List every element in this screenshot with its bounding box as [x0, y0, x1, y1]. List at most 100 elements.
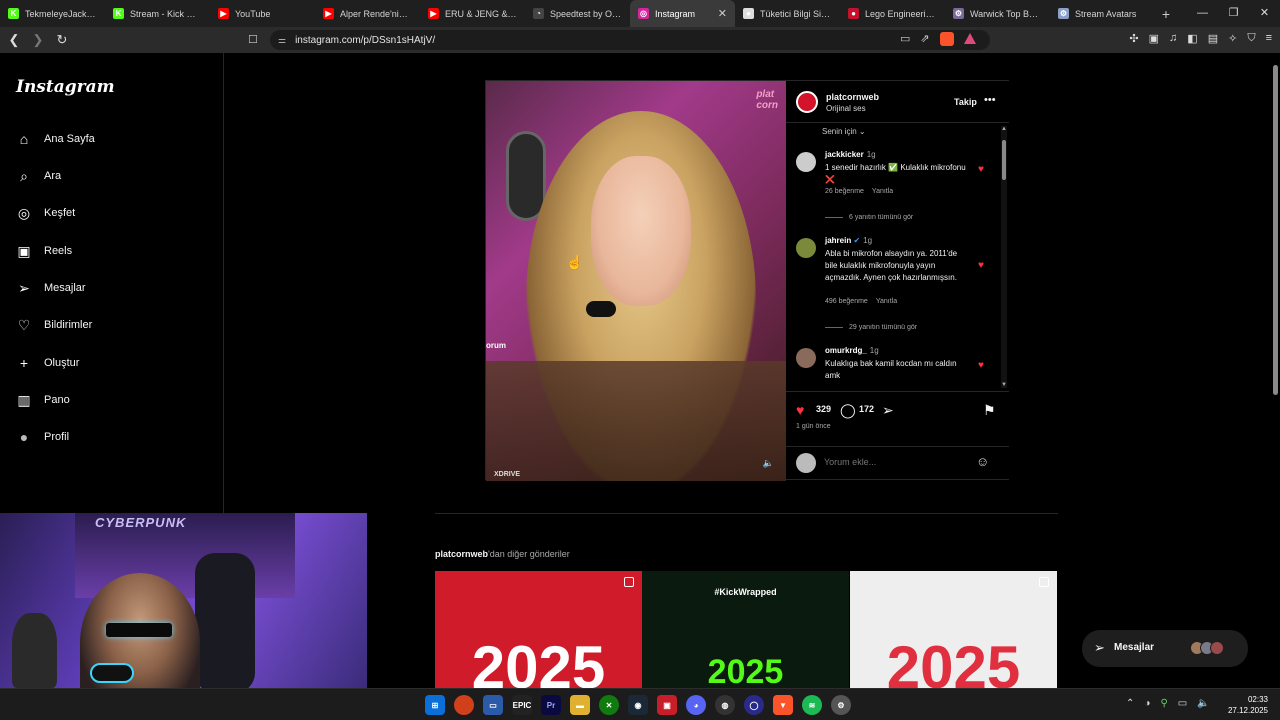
comments-scrollbar[interactable]: ▲ ▼	[1001, 126, 1007, 388]
instagram-logo[interactable]: Instagram	[16, 77, 115, 97]
comment-username[interactable]: jackkicker	[825, 150, 864, 159]
follow-button[interactable]: Takip	[954, 97, 977, 107]
comment-like-count[interactable]: 26 beğenme	[825, 188, 864, 195]
sidebar-item-send[interactable]: ➢ Mesajlar	[16, 280, 85, 296]
sidebar-item-compass[interactable]: ◎ Keşfet	[16, 205, 75, 221]
microphone-icon[interactable]: ⚲	[1160, 698, 1167, 709]
browser-tab[interactable]: ● Lego Engineering: B	[840, 0, 945, 27]
sidebar-item-search[interactable]: ⌕ Ara	[16, 168, 61, 184]
save-bookmark-icon[interactable]: ⚑	[983, 402, 996, 419]
display-icon[interactable]: ▭	[1178, 698, 1187, 709]
more-post-thumbnail[interactable]: 2025	[435, 571, 642, 688]
tray-app-icon[interactable]: ◑	[1144, 698, 1150, 709]
file-explorer-icon[interactable]: ▬	[570, 695, 590, 715]
browser-tab[interactable]: ⚙ Warwick Top Build U	[945, 0, 1050, 27]
comment-sort-dropdown[interactable]: Senin için ⌄	[822, 127, 866, 136]
menu-icon[interactable]: ≡	[1266, 32, 1272, 45]
browser-tab[interactable]: ◔ Speedtest by Ookla	[525, 0, 630, 27]
comment-username[interactable]: jahrein	[825, 236, 851, 245]
scroll-down-icon[interactable]: ▼	[1001, 382, 1007, 388]
reload-icon[interactable]: ↻	[52, 32, 72, 48]
tray-overflow-icon[interactable]: ⌃	[1126, 698, 1134, 709]
browser-tab[interactable]: ▶ Alper Rende'nin Am	[315, 0, 420, 27]
extensions-icon[interactable]: ✣	[1129, 32, 1138, 45]
back-icon[interactable]: ❮	[4, 32, 24, 48]
steam-icon[interactable]: ◉	[628, 695, 648, 715]
forward-icon[interactable]: ❯	[28, 32, 48, 48]
premiere-icon[interactable]: Pr	[541, 695, 561, 715]
comment-avatar[interactable]	[796, 348, 816, 368]
more-post-thumbnail[interactable]: 2025	[850, 571, 1057, 688]
author-avatar[interactable]	[796, 91, 818, 113]
sidebar-item-plus[interactable]: + Oluştur	[16, 355, 80, 371]
more-options-icon[interactable]: •••	[984, 94, 996, 106]
comment-like-heart-icon[interactable]: ♥	[978, 164, 984, 175]
brave-shield-icon[interactable]	[939, 32, 954, 46]
site-settings-icon[interactable]: ⚌	[278, 35, 286, 46]
speaker-icon[interactable]: 🔈	[1197, 698, 1209, 709]
more-post-thumbnail[interactable]: #KickWrapped 2025	[642, 571, 849, 688]
new-tab-icon[interactable]: +	[1155, 6, 1177, 22]
like-count[interactable]: 329	[816, 404, 831, 414]
like-heart-icon[interactable]: ♥	[796, 402, 804, 418]
cast-icon[interactable]: ▭	[900, 32, 910, 46]
spotify-icon[interactable]: ≋	[802, 695, 822, 715]
sidebar-item-heart[interactable]: ♡ Bildirimler	[16, 317, 93, 333]
close-tab-icon[interactable]: ✕	[718, 7, 727, 20]
page-scrollbar[interactable]	[1270, 53, 1280, 688]
comment-username[interactable]: omurkrdg_	[825, 346, 867, 355]
brave-icon[interactable]: ▼	[773, 695, 793, 715]
vpn-icon[interactable]: ⛉	[1247, 32, 1255, 45]
browser-tab[interactable]: ● Tüketici Bilgi Sistem	[735, 0, 840, 27]
comment-like-heart-icon[interactable]: ♥	[978, 360, 984, 371]
discord-icon[interactable]: ◕	[686, 695, 706, 715]
xbox-icon[interactable]: ✕	[599, 695, 619, 715]
more-posts-user[interactable]: platcornweb	[435, 549, 488, 559]
share-icon[interactable]: ⇗	[920, 32, 929, 46]
screenshot-icon[interactable]: ▣	[1149, 32, 1159, 45]
post-video[interactable]: plat corn orum XDRIVE 🔈	[486, 81, 786, 481]
comments-scroll-thumb[interactable]	[1002, 140, 1006, 180]
reply-button[interactable]: Yanıtla	[872, 188, 893, 195]
sidebar-item-profile-avatar[interactable]: ● Profil	[16, 429, 69, 445]
restore-icon[interactable]: ❐	[1218, 0, 1249, 27]
obs-icon[interactable]: ◍	[715, 695, 735, 715]
comment-like-heart-icon[interactable]: ♥	[978, 260, 984, 271]
wallet-icon[interactable]: ▤	[1208, 32, 1218, 45]
settings-icon[interactable]: ⚙	[831, 695, 851, 715]
app-icon[interactable]	[454, 695, 474, 715]
browser-tab[interactable]: K Stream - Kick Dashb	[105, 0, 210, 27]
browser-tab[interactable]: ▶ ERU & JENG & KOK	[420, 0, 525, 27]
volume-icon[interactable]: 🔈	[763, 458, 774, 469]
browser-tab[interactable]: ⚙ Stream Avatars	[1050, 0, 1155, 27]
scroll-up-icon[interactable]: ▲	[1001, 126, 1007, 132]
app-icon[interactable]: ◯	[744, 695, 764, 715]
author-username[interactable]: platcornweb	[826, 92, 879, 102]
minimize-icon[interactable]: —	[1187, 0, 1218, 27]
view-replies-button[interactable]: 6 yanıtın tümünü gör	[825, 214, 913, 221]
app-icon[interactable]: ▣	[657, 695, 677, 715]
browser-tab[interactable]: K TekmeleyeJack Strea	[0, 0, 105, 27]
close-window-icon[interactable]: ✕	[1249, 0, 1280, 27]
leo-ai-icon[interactable]: ✧	[1228, 32, 1237, 45]
comment-avatar[interactable]	[796, 152, 816, 172]
start-windows-icon[interactable]: ⊞	[425, 695, 445, 715]
audio-label[interactable]: Orijinal ses	[826, 104, 866, 113]
emoji-picker-icon[interactable]: ☺	[976, 454, 989, 469]
page-scroll-thumb[interactable]	[1273, 65, 1278, 395]
media-icon[interactable]: ♫	[1169, 32, 1177, 45]
browser-tab[interactable]: ◎ Instagram ✕	[630, 0, 735, 27]
add-comment-input[interactable]	[824, 457, 964, 467]
comment-like-count[interactable]: 496 beğenme	[825, 298, 868, 305]
app-icon[interactable]: ▭	[483, 695, 503, 715]
reply-button[interactable]: Yanıtla	[876, 298, 897, 305]
sidebar-toggle-icon[interactable]: ◧	[1187, 32, 1197, 45]
taskbar-clock[interactable]: 02:33 27.12.2025	[1224, 694, 1268, 716]
view-replies-button[interactable]: 29 yanıtın tümünü gör	[825, 324, 917, 331]
browser-tab[interactable]: ▶ YouTube	[210, 0, 315, 27]
comment-avatar[interactable]	[796, 238, 816, 258]
share-send-icon[interactable]: ➢	[882, 402, 894, 419]
sidebar-item-home[interactable]: ⌂ Ana Sayfa	[16, 131, 95, 147]
comment-icon[interactable]: ◯	[840, 402, 856, 419]
brave-rewards-icon[interactable]	[963, 33, 976, 44]
